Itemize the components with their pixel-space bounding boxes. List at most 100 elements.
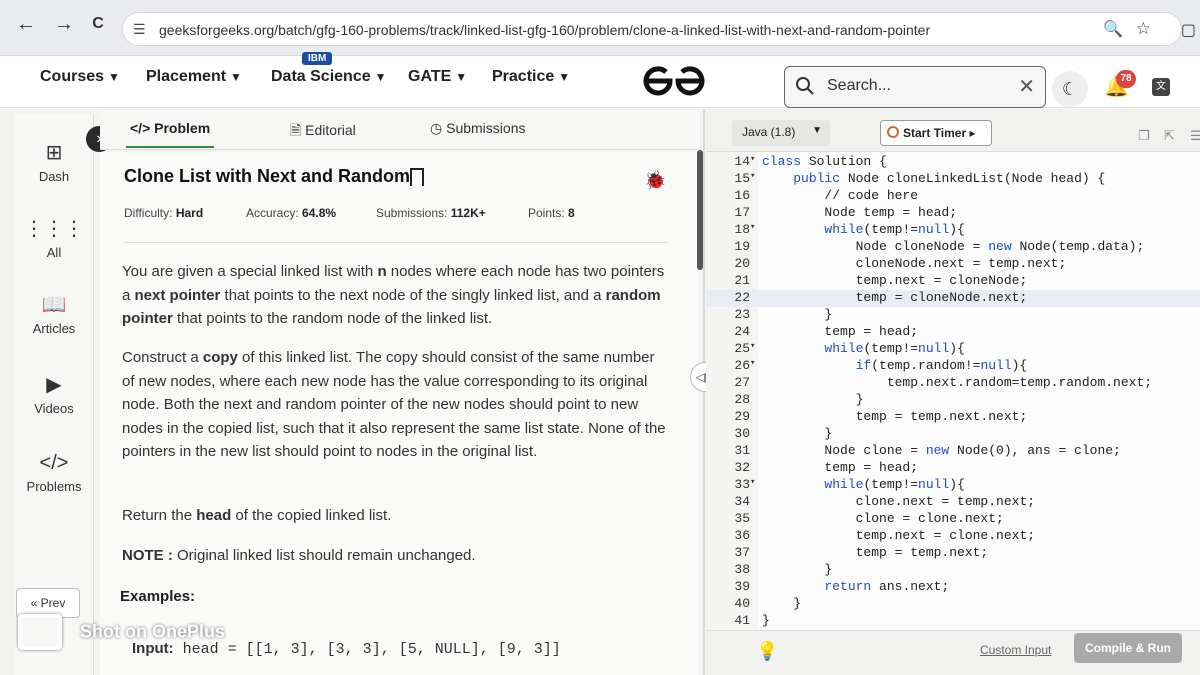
language-select[interactable]: Java (1.8) ▼ [732, 120, 830, 146]
problem-tabs: </> Problem 🗎 Editorial ◷ Submissions [100, 110, 698, 150]
code-editor[interactable]: 14 ▾ class Solution {15 ▾ public Node clone… [706, 152, 1200, 630]
submissions-count: Submissions: 112K+ [376, 206, 486, 220]
sidebar-item-all[interactable]: ⋮⋮⋮ All [14, 216, 94, 260]
forward-button[interactable]: → [50, 10, 78, 38]
menu-gate[interactable]: GATE ▼ [408, 68, 467, 86]
export-icon[interactable]: ⇱ [1164, 128, 1175, 144]
compile-run-button[interactable]: Compile & Run [1074, 633, 1182, 663]
code-line[interactable]: 28 } [706, 392, 1200, 409]
site-settings-icon[interactable]: ☰ [133, 21, 146, 38]
code-line[interactable]: 36 temp.next = clone.next; [706, 528, 1200, 545]
code-line[interactable]: 31 Node clone = new Node(0), ans = clone… [706, 443, 1200, 460]
search-input[interactable]: Search... ✕ [784, 66, 1046, 108]
line-number: 16 [734, 188, 750, 203]
sidebar-item-problems[interactable]: </> Problems [14, 452, 94, 494]
lightbulb-icon[interactable]: 💡 [756, 641, 778, 662]
code-line[interactable]: 22 temp = cloneNode.next; [706, 290, 1200, 307]
fold-arrow-icon[interactable]: ▾ [750, 222, 755, 232]
code-line[interactable]: 35 clone = clone.next; [706, 511, 1200, 528]
fold-arrow-icon[interactable]: ▾ [750, 171, 755, 181]
translate-icon[interactable]: 文 [1152, 78, 1170, 96]
menu-practice[interactable]: Practice ▼ [492, 68, 570, 86]
code-line[interactable]: 38 } [706, 562, 1200, 579]
pane-splitter[interactable] [703, 110, 705, 675]
accuracy: Accuracy: 64.8% [246, 206, 337, 220]
close-icon[interactable]: ✕ [1018, 74, 1035, 99]
line-number: 29 [734, 409, 750, 424]
bookmark-icon[interactable] [410, 168, 424, 186]
browser-toolbar: ← → C ☰ geeksforgeeks.org/batch/gfg-160-… [0, 0, 1200, 56]
fold-arrow-icon[interactable]: ▾ [750, 477, 755, 487]
code-text: if(temp.random!=null){ [855, 358, 1028, 373]
line-number: 24 [734, 324, 750, 339]
code-line[interactable]: 16 // code here [706, 188, 1200, 205]
code-line[interactable]: 32 temp = head; [706, 460, 1200, 477]
code-line[interactable]: 25 ▾ while(temp!=null){ [706, 341, 1200, 358]
back-button[interactable]: ← [12, 10, 40, 38]
code-line[interactable]: 19 Node cloneNode = new Node(temp.data); [706, 239, 1200, 256]
code-line[interactable]: 33 ▾ while(temp!=null){ [706, 477, 1200, 494]
start-timer-button[interactable]: Start Timer ▸ [880, 120, 992, 146]
code-line[interactable]: 18 ▾ while(temp!=null){ [706, 222, 1200, 239]
zoom-icon[interactable]: 🔍 [1103, 19, 1123, 39]
code-line[interactable]: 23 } [706, 307, 1200, 324]
code-line[interactable]: 21 temp.next = cloneNode; [706, 273, 1200, 290]
dashboard-icon: ⊞ [45, 142, 63, 164]
code-line[interactable]: 37 temp = temp.next; [706, 545, 1200, 562]
sidebar-item-articles[interactable]: 📖 Articles [14, 292, 94, 336]
code-line[interactable]: 30 } [706, 426, 1200, 443]
code-line[interactable]: 15 ▾ public Node cloneLinkedList(Node hea… [706, 171, 1200, 188]
code-line[interactable]: 29 temp = temp.next.next; [706, 409, 1200, 426]
code-line[interactable]: 41} [706, 613, 1200, 630]
code-text: temp = cloneNode.next; [762, 290, 1028, 305]
menu-placement[interactable]: Placement ▼ [146, 68, 242, 86]
code-line[interactable]: 17 Node temp = head; [706, 205, 1200, 222]
code-text: Node cloneNode = new Node(temp.data); [762, 239, 1145, 254]
line-number: 34 [734, 494, 750, 509]
code-line[interactable]: 40 } [706, 596, 1200, 613]
code-text: } [762, 596, 802, 611]
chevron-down-icon: ▼ [374, 70, 387, 84]
gfg-logo[interactable] [640, 66, 708, 96]
copy-icon[interactable]: ❐ [1138, 128, 1150, 144]
fold-arrow-icon[interactable]: ▾ [750, 154, 755, 164]
custom-input-link[interactable]: Custom Input [980, 643, 1051, 657]
document-icon: 🗎 [290, 122, 302, 138]
chevron-down-icon: ▼ [108, 70, 120, 84]
bookmark-star-icon[interactable]: ☆ [1136, 19, 1151, 39]
tab-problem[interactable]: </> Problem [125, 120, 215, 148]
code-line[interactable]: 14 ▾ class Solution { [706, 154, 1200, 171]
sidebar-item-dash[interactable]: ⊞ Dash [14, 140, 94, 184]
menu-courses[interactable]: Courses ▼ [40, 68, 120, 86]
code-text: temp.next.random=temp.random.next; [762, 375, 1153, 390]
code-text: while(temp!=null){ [824, 222, 965, 237]
fold-arrow-icon[interactable]: ▾ [750, 358, 755, 368]
settings-icon[interactable]: ☰ [1190, 128, 1200, 144]
code-line[interactable]: 24 temp = head; [706, 324, 1200, 341]
fold-arrow-icon[interactable]: ▾ [750, 341, 755, 351]
sidebar-item-videos[interactable]: ▶ Videos [14, 372, 94, 416]
code-text: while(temp!=null){ [824, 477, 965, 492]
line-number: 39 [734, 579, 750, 594]
description-paragraph: You are given a special linked list with… [122, 263, 665, 327]
code-line[interactable]: 39 return ans.next; [706, 579, 1200, 596]
chevron-down-icon: ▼ [230, 70, 242, 84]
search-icon [796, 77, 814, 95]
code-text: while(temp!=null){ [824, 341, 965, 356]
tab-editorial[interactable]: 🗎 Editorial [290, 120, 356, 144]
tab-submissions[interactable]: ◷ Submissions [430, 120, 525, 137]
code-line[interactable]: 26 ▾ if(temp.random!=null){ [706, 358, 1200, 375]
line-number: 28 [734, 392, 750, 407]
code-line[interactable]: 34 clone.next = temp.next; [706, 494, 1200, 511]
dark-mode-toggle[interactable]: ☾ [1052, 71, 1088, 107]
bug-report-icon[interactable]: 🐞 [644, 170, 666, 191]
menu-data-science[interactable]: Data Science ▼ [271, 68, 387, 86]
code-text: temp = temp.next; [762, 545, 989, 560]
address-bar[interactable]: ☰ geeksforgeeks.org/batch/gfg-160-proble… [122, 12, 1182, 46]
reload-button[interactable]: C [84, 10, 112, 38]
points: Points: 8 [528, 206, 575, 220]
code-line[interactable]: 27 temp.next.random=temp.random.next; [706, 375, 1200, 392]
code-line[interactable]: 20 cloneNode.next = temp.next; [706, 256, 1200, 273]
tabs-icon[interactable]: ▢ [1181, 20, 1196, 40]
line-number: 19 [734, 239, 750, 254]
